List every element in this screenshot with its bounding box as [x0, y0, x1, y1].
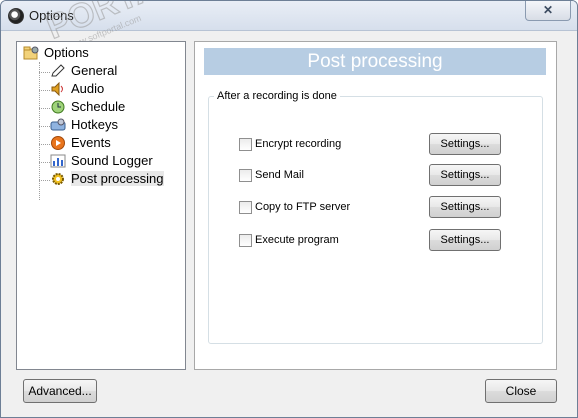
- tree-item-label: Post processing: [71, 171, 164, 186]
- checkbox-label: Copy to FTP server: [255, 201, 351, 213]
- gear-icon: [50, 172, 66, 186]
- tree-item-label: Options: [44, 45, 89, 60]
- tree-item-hotkeys[interactable]: Hotkeys: [50, 116, 118, 134]
- tree-item-events[interactable]: Events: [50, 134, 111, 152]
- clock-icon: [50, 100, 66, 114]
- panel-header: Post processing: [204, 48, 546, 75]
- app-icon: [8, 8, 24, 24]
- tree-item-schedule[interactable]: Schedule: [50, 98, 125, 116]
- speaker-icon: [50, 81, 66, 96]
- tree-item-audio[interactable]: Audio: [50, 80, 104, 98]
- pencil-icon: [50, 63, 66, 78]
- tree-item-sound-logger[interactable]: Sound Logger: [50, 152, 153, 170]
- tree-item-label: Sound Logger: [71, 153, 153, 168]
- advanced-button[interactable]: Advanced...: [23, 379, 97, 403]
- encrypt-recording-checkbox[interactable]: [239, 138, 252, 151]
- checkbox-label: Execute program: [255, 234, 339, 246]
- tree-branch: [39, 162, 50, 163]
- execute-settings-button[interactable]: Settings...: [429, 229, 501, 251]
- tree-item-options[interactable]: Options: [23, 44, 89, 62]
- execute-program-checkbox[interactable]: [239, 234, 252, 247]
- tree-item-general[interactable]: General: [50, 62, 117, 80]
- tree-item-label: Schedule: [71, 99, 126, 114]
- tree-item-label: Hotkeys: [71, 117, 118, 132]
- checkbox-label: Encrypt recording: [255, 138, 342, 150]
- tree-item-label: Events: [71, 135, 111, 150]
- tree-item-post-processing[interactable]: Post processing: [50, 170, 164, 188]
- keyboard-icon: [50, 118, 66, 132]
- bar-chart-icon: [50, 154, 66, 168]
- tree-item-label: General: [71, 63, 118, 78]
- copy-to-ftp-checkbox[interactable]: [239, 201, 252, 214]
- ftp-settings-button[interactable]: Settings...: [429, 196, 501, 218]
- group-label: After a recording is done: [214, 90, 340, 102]
- tree-branch: [39, 90, 50, 91]
- close-button[interactable]: Close: [485, 379, 557, 403]
- window-close-button[interactable]: ✕: [525, 1, 571, 21]
- encrypt-settings-button[interactable]: Settings...: [429, 133, 501, 155]
- title-bar: Options ✕: [1, 1, 577, 31]
- folder-gear-icon: [23, 46, 39, 60]
- tree-branch: [39, 144, 50, 145]
- send-mail-settings-button[interactable]: Settings...: [429, 164, 501, 186]
- tree-branch: [39, 126, 50, 127]
- tree-branch: [39, 180, 50, 181]
- tree-branch: [39, 72, 50, 73]
- options-tree: Options General Audio Schedule Hotkeys E…: [16, 41, 186, 370]
- tree-branch: [39, 108, 50, 109]
- checkbox-label: Send Mail: [255, 169, 304, 181]
- tree-item-label: Audio: [71, 81, 105, 96]
- options-window: Options ✕ PORTAL ™ www.softportal.com Op…: [0, 0, 578, 418]
- settings-panel: Post processing After a recording is don…: [194, 41, 557, 370]
- window-title: Options: [29, 8, 74, 23]
- send-mail-checkbox[interactable]: [239, 169, 252, 182]
- play-icon: [50, 135, 66, 150]
